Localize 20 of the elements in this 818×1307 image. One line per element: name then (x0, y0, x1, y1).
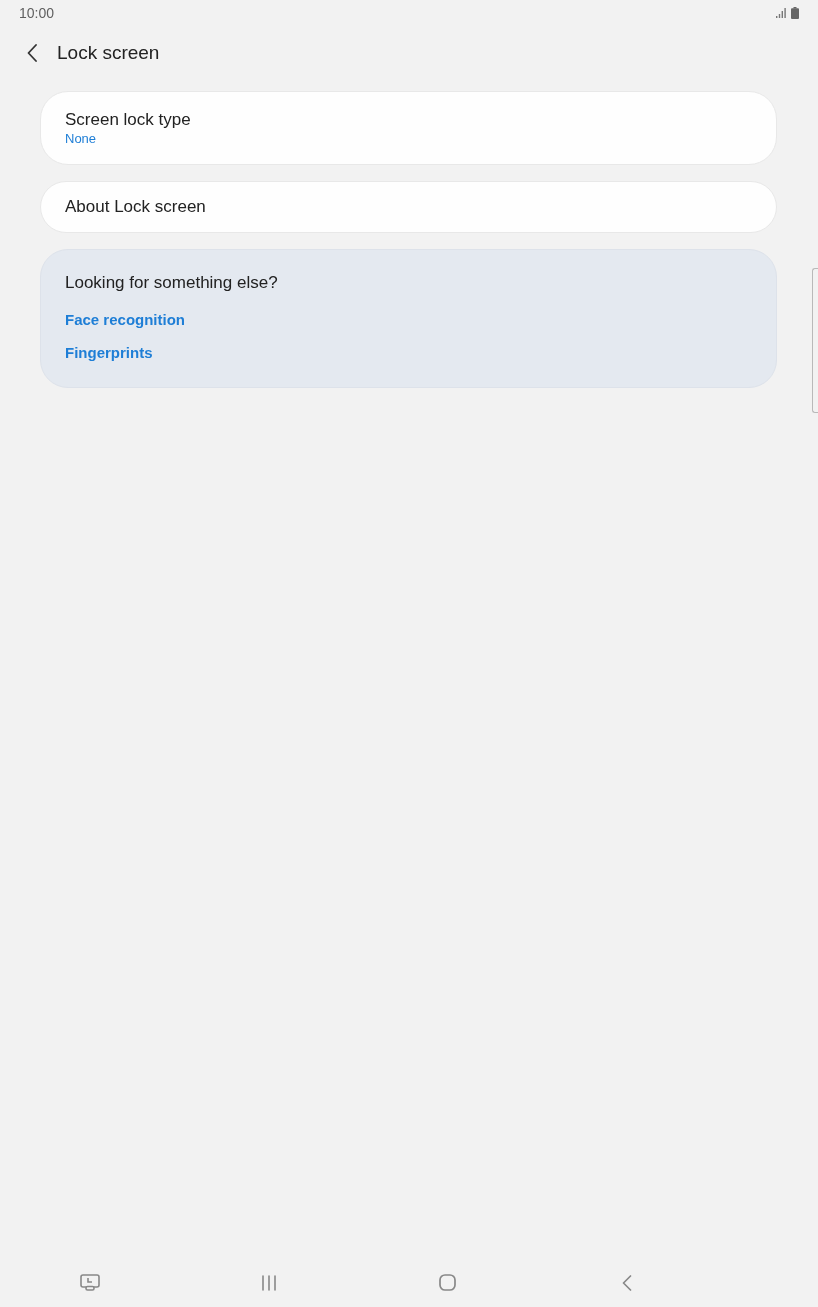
edge-panel-handle[interactable] (812, 268, 818, 413)
home-icon (439, 1274, 456, 1291)
page-title: Lock screen (57, 41, 160, 64)
nav-button[interactable] (79, 1274, 100, 1291)
settings-item[interactable]: About Lock screen (40, 181, 777, 233)
settings-item[interactable]: Screen lock type None (40, 91, 777, 165)
back-icon (621, 1274, 632, 1291)
signal-icon (776, 7, 786, 18)
status-time: 10:00 (19, 4, 55, 21)
recent-apps-button[interactable] (260, 1274, 277, 1291)
back-icon (27, 43, 37, 62)
suggestions-title: Looking for something else? (65, 272, 278, 294)
home-button[interactable] (439, 1274, 456, 1291)
recent-apps-icon (260, 1274, 277, 1291)
monitor-icon (79, 1274, 100, 1291)
nav-back-button[interactable] (621, 1274, 632, 1291)
setting-title: Screen lock type (65, 109, 191, 131)
setting-title: About Lock screen (65, 196, 206, 218)
battery-icon (791, 6, 799, 19)
setting-summary: None (65, 131, 97, 147)
